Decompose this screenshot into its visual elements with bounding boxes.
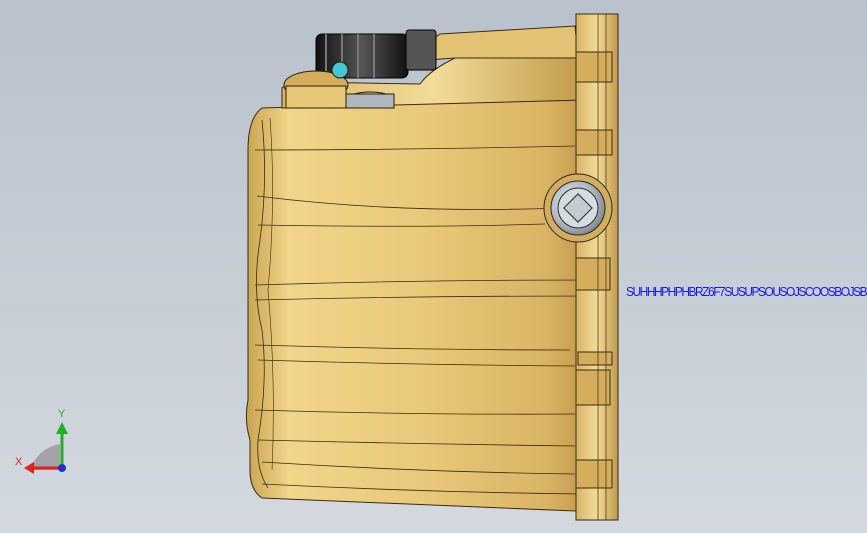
y-axis-label: Y: [58, 408, 66, 420]
drain-plug: [543, 173, 613, 243]
orientation-triad[interactable]: Y X: [10, 408, 80, 480]
triad-graphic: [24, 422, 68, 474]
triad-plane: [30, 444, 60, 470]
graphics-viewport[interactable]: SUHHHPHPHBRZ6F7SUSUPSOUSOJSCOOSBOJSBIHO0…: [0, 0, 867, 533]
x-axis-label: X: [15, 456, 23, 468]
callout-text: SUHHHPHPHBRZ6F7SUSUPSOUSOJSCOOSBOJSBIHO0…: [626, 284, 867, 299]
mounting-flange: [575, 13, 619, 521]
dimension-callout: SUHHHPHPHBRZ6F7SUSUPSOUSOJSCOOSBOJSBIHO0…: [626, 284, 867, 299]
z-axis-dot: [58, 464, 66, 472]
x-axis-arrow: [24, 462, 34, 474]
gearbox-housing-model[interactable]: [0, 0, 867, 533]
y-axis-arrow: [56, 422, 68, 434]
